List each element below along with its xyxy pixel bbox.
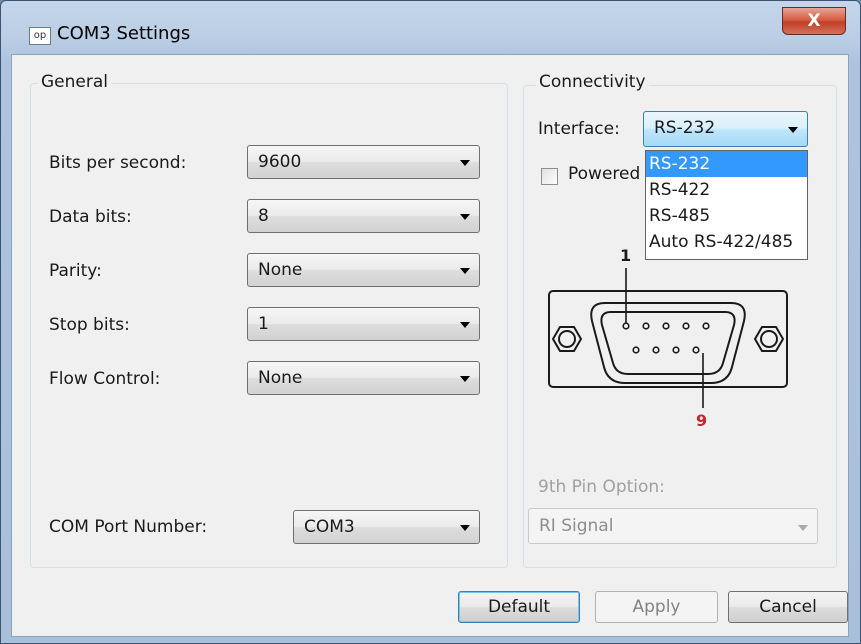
- stop-bits-select[interactable]: 1: [247, 307, 480, 341]
- connectivity-legend: Connectivity: [536, 72, 649, 92]
- close-button[interactable]: X: [782, 7, 846, 35]
- bits-per-second-label: Bits per second:: [49, 153, 187, 173]
- chevron-down-icon: [460, 268, 470, 274]
- interface-option-rs485[interactable]: RS-485: [646, 203, 807, 229]
- default-button[interactable]: Default: [458, 591, 580, 623]
- chevron-down-icon: [460, 525, 470, 531]
- flow-control-label: Flow Control:: [49, 369, 161, 389]
- interface-option-auto-rs422-485[interactable]: Auto RS-422/485: [646, 229, 807, 255]
- general-legend: General: [38, 72, 111, 92]
- data-bits-label: Data bits:: [49, 207, 132, 227]
- bits-per-second-select[interactable]: 9600: [247, 145, 480, 179]
- pin-1-label: 1: [620, 246, 632, 265]
- chevron-down-icon: [460, 214, 470, 220]
- app-icon: op: [29, 27, 51, 45]
- parity-value: None: [258, 260, 303, 280]
- ninth-pin-option-value: RI Signal: [539, 516, 614, 536]
- interface-option-rs232[interactable]: RS-232: [646, 151, 807, 177]
- ninth-pin-option-select[interactable]: RI Signal: [528, 508, 818, 544]
- db9-connector-diagram: [545, 241, 807, 441]
- data-bits-select[interactable]: 8: [247, 199, 480, 233]
- chevron-down-icon: [460, 322, 470, 328]
- com-port-value: COM3: [304, 517, 355, 537]
- chevron-down-icon: [460, 376, 470, 382]
- com-port-select[interactable]: COM3: [293, 510, 480, 544]
- chevron-down-icon: [460, 160, 470, 166]
- interface-label: Interface:: [538, 119, 620, 139]
- apply-button[interactable]: Apply: [595, 591, 718, 623]
- chevron-down-icon: [788, 127, 798, 133]
- interface-option-rs422[interactable]: RS-422: [646, 177, 807, 203]
- title-bar[interactable]: op COM3 Settings X: [1, 1, 861, 55]
- settings-window: op COM3 Settings X General Bits per seco…: [0, 0, 861, 644]
- interface-value: RS-232: [654, 118, 716, 138]
- pin-9-label: 9: [696, 411, 708, 430]
- flow-control-select[interactable]: None: [247, 361, 480, 395]
- chevron-down-icon: [798, 525, 808, 531]
- db9-connector-icon: [548, 268, 788, 408]
- cancel-button[interactable]: Cancel: [728, 591, 848, 623]
- powered-checkbox[interactable]: [541, 168, 558, 185]
- flow-control-value: None: [258, 368, 303, 388]
- stop-bits-label: Stop bits:: [49, 315, 130, 335]
- parity-label: Parity:: [49, 261, 102, 281]
- parity-select[interactable]: None: [247, 253, 480, 287]
- interface-dropdown-list: RS-232 RS-422 RS-485 Auto RS-422/485: [645, 150, 808, 260]
- data-bits-value: 8: [258, 206, 269, 226]
- bits-per-second-value: 9600: [258, 152, 302, 172]
- powered-label: Powered: [568, 164, 641, 184]
- window-title: COM3 Settings: [57, 23, 191, 44]
- stop-bits-value: 1: [258, 314, 269, 334]
- ninth-pin-option-label: 9th Pin Option:: [538, 477, 665, 497]
- com-port-label: COM Port Number:: [49, 517, 208, 537]
- interface-select[interactable]: RS-232: [643, 111, 808, 147]
